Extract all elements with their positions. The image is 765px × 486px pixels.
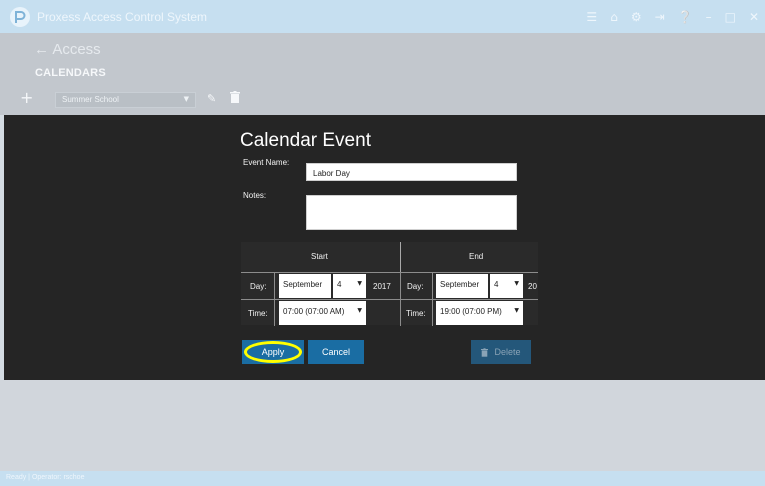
edit-icon[interactable]: ✎ — [207, 92, 216, 105]
end-month-field[interactable]: September — [436, 274, 488, 298]
add-calendar-button[interactable]: + — [20, 90, 33, 106]
start-time-value: 07:00 (07:00 AM) — [283, 307, 345, 316]
highlight-ellipse — [244, 341, 302, 363]
delete-button-label: Delete — [494, 347, 521, 357]
start-month-field[interactable]: September — [279, 274, 331, 298]
status-bar: Ready | Operator: rschoe — [0, 471, 765, 486]
event-name-label: Event Name: — [243, 158, 290, 167]
back-link[interactable]: ← Access — [34, 41, 101, 58]
app-title: Proxess Access Control System — [37, 9, 208, 24]
notes-label: Notes: — [243, 191, 267, 200]
dialog-title: Calendar Event — [240, 130, 371, 151]
delete-button[interactable]: Delete — [471, 340, 531, 364]
trash-icon — [481, 347, 489, 357]
calendar-select-value: Summer School — [62, 95, 119, 104]
row-divider — [241, 299, 538, 300]
start-day-select[interactable]: 4 ▼ — [333, 274, 366, 298]
event-name-input[interactable]: Labor Day — [306, 163, 517, 181]
chevron-down-icon: ▼ — [357, 307, 362, 314]
schedule-rows: Day: September 4 ▼ 2017 Day: September 4… — [241, 272, 538, 326]
end-year-field[interactable]: 20 — [528, 282, 537, 291]
logout-icon[interactable]: ⇥ — [655, 11, 665, 23]
chevron-down-icon: ▼ — [183, 95, 189, 103]
start-label-divider — [274, 273, 275, 326]
calendar-event-dialog: Calendar Event Event Name: Labor Day Not… — [4, 115, 765, 380]
start-end-divider — [400, 273, 401, 326]
end-day-value: 4 — [494, 280, 499, 289]
start-day-label: Day: — [250, 282, 267, 291]
end-day-label: Day: — [407, 282, 424, 291]
start-time-label: Time: — [248, 309, 268, 318]
end-label-divider — [432, 273, 433, 326]
chevron-down-icon: ▼ — [514, 307, 519, 314]
trash-icon[interactable] — [230, 91, 240, 103]
end-day-select[interactable]: 4 ▼ — [490, 274, 523, 298]
notes-input[interactable] — [306, 195, 517, 230]
calendar-select[interactable]: Summer School ▼ — [55, 92, 196, 108]
start-time-select[interactable]: 07:00 (07:00 AM) ▼ — [279, 301, 366, 325]
schedule-grid: Start End Day: September 4 ▼ 2017 Day: S… — [241, 242, 538, 326]
chevron-down-icon: ▼ — [514, 280, 519, 287]
start-header: Start — [311, 252, 328, 261]
status-text: Ready | Operator: rschoe — [6, 474, 85, 481]
end-time-label: Time: — [406, 309, 426, 318]
close-icon[interactable]: ✕ — [749, 11, 759, 23]
chevron-down-icon: ▼ — [357, 280, 362, 287]
maximize-icon[interactable]: □ — [725, 11, 736, 23]
minimize-icon[interactable]: – — [706, 11, 712, 23]
cancel-button-label: Cancel — [321, 347, 350, 357]
home-icon[interactable]: ⌂ — [610, 11, 618, 23]
start-year-field[interactable]: 2017 — [373, 282, 391, 291]
end-header: End — [469, 252, 484, 261]
help-icon[interactable]: ❔ — [678, 11, 693, 23]
end-time-select[interactable]: 19:00 (07:00 PM) ▼ — [436, 301, 523, 325]
calendars-header-area: ← Access CALENDARS + Summer School ▼ ✎ — [0, 33, 765, 115]
title-bar: Proxess Access Control System ☰ ⌂ ⚙ ⇥ ❔ … — [0, 0, 765, 33]
settings-icon[interactable]: ⚙ — [631, 11, 642, 23]
cancel-button[interactable]: Cancel — [308, 340, 364, 364]
start-day-value: 4 — [337, 280, 342, 289]
calendar-content-area — [0, 380, 765, 471]
app-logo-icon — [10, 6, 30, 27]
menu-icon[interactable]: ☰ — [586, 11, 597, 23]
page-title: CALENDARS — [35, 67, 106, 79]
end-time-value: 19:00 (07:00 PM) — [440, 307, 502, 316]
column-divider — [400, 242, 401, 272]
